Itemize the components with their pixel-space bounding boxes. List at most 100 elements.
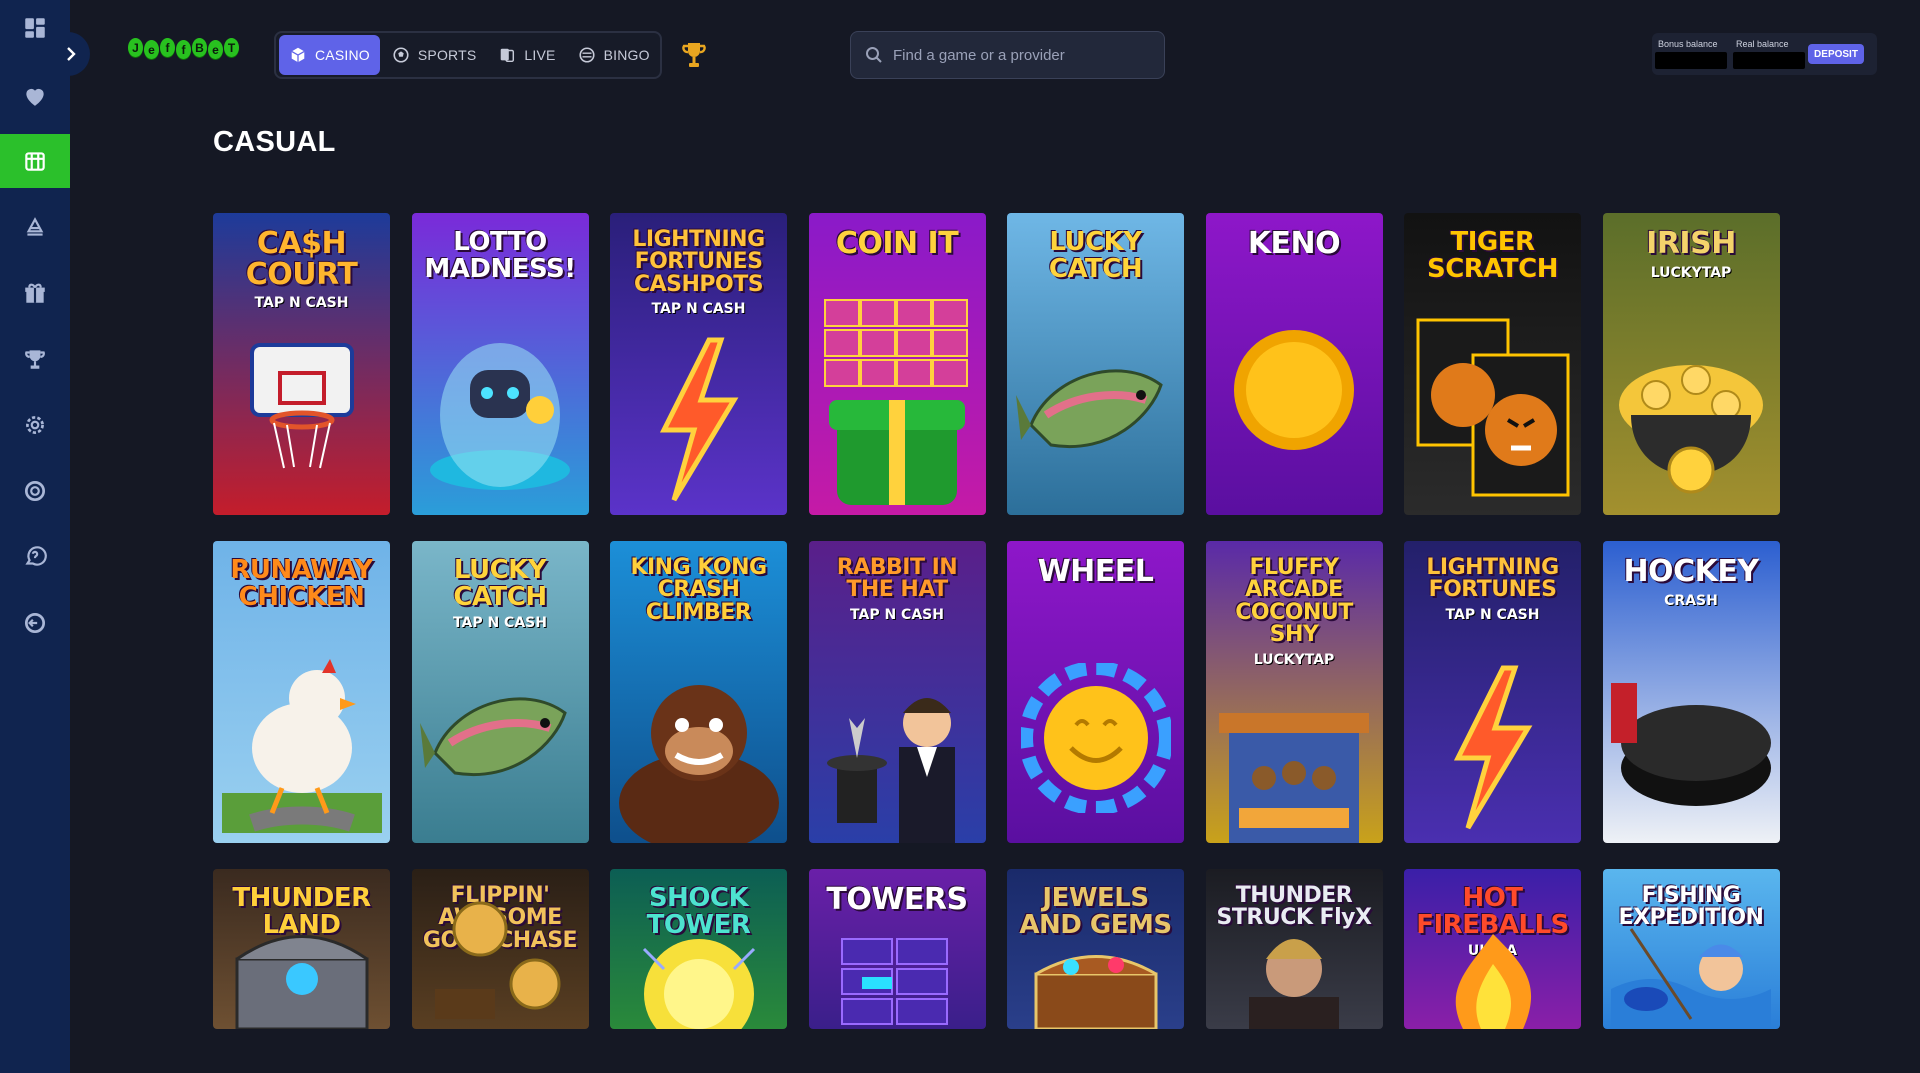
sidebar-item-sports[interactable] (0, 201, 70, 253)
ball-icon (393, 47, 409, 63)
real-balance-value-redacted (1733, 52, 1805, 69)
game-tile[interactable]: SHOCK TOWER (610, 869, 787, 1029)
game-subtitle: TAP N CASH (254, 295, 349, 312)
game-title: TIGER SCRATCH (1426, 227, 1559, 284)
game-tile[interactable]: LIGHTNING FORTUNES CASHPOTS TAP N CASH (610, 213, 787, 515)
game-subtitle: TAP N CASH (651, 301, 746, 318)
game-tile[interactable]: RUNAWAY CHICKEN (213, 541, 390, 843)
tab-sports[interactable]: SPORTS (382, 35, 487, 75)
casino-chip-icon (25, 152, 45, 171)
help-icon (25, 546, 47, 566)
tab-live[interactable]: LIVE (488, 35, 565, 75)
game-tile[interactable]: COIN IT (808, 213, 986, 515)
sidebar-item-help[interactable] (0, 531, 70, 583)
tab-casino-label: CASINO (315, 47, 370, 63)
bonus-balance-label: Bonus balance (1658, 39, 1718, 49)
game-subtitle: TAP N CASH (1445, 606, 1540, 623)
logo-letter: e (144, 40, 159, 59)
gift-icon (25, 283, 45, 303)
game-tile[interactable]: TOWERS (808, 869, 986, 1029)
game-subtitle: LUCKYTAP (1650, 264, 1732, 281)
page-title: CASUAL (213, 126, 336, 158)
game-tile[interactable]: FISHING EXPEDITION (1602, 869, 1780, 1029)
tab-bingo-label: BINGO (603, 47, 650, 63)
sidebar-item-settings[interactable] (0, 399, 70, 451)
cards-icon (501, 48, 515, 63)
game-tile[interactable]: THUNDER STRUCK FlyX (1205, 869, 1383, 1029)
game-title: LIGHTNING FORTUNES (1426, 555, 1559, 603)
tab-bingo[interactable]: BINGO (568, 35, 660, 75)
game-tile[interactable]: LIGHTNING FORTUNES TAP N CASH (1404, 541, 1581, 843)
main-nav: CASINO SPORTS LIVE BINGO (274, 31, 662, 79)
game-tile[interactable]: LOTTO MADNESS! (411, 213, 589, 515)
game-title: JEWELS AND GEMS (1019, 883, 1172, 940)
real-balance-label: Real balance (1736, 39, 1789, 49)
deposit-button[interactable]: DEPOSIT (1808, 44, 1864, 64)
game-tile[interactable]: THUNDER LAND (213, 869, 390, 1029)
sidebar (0, 0, 70, 1073)
jeffbet-logo[interactable]: J e f f B e T (128, 38, 239, 59)
game-title: COIN IT (835, 226, 959, 261)
game-tile[interactable]: FLUFFY ARCADE COCONUT SHY LUCKYTAP (1205, 541, 1383, 843)
game-tile[interactable]: HOT FIREBALLSULTRA (1404, 869, 1581, 1029)
game-grid: CA$H COURT TAP N CASH LOTTO MADNESS! LIGHTN… (213, 213, 1783, 1073)
game-title: WHEEL (1037, 554, 1154, 589)
sidebar-item-logout[interactable] (0, 597, 70, 649)
game-tile[interactable]: KENO (1205, 213, 1383, 515)
logo-letter: e (208, 40, 223, 59)
game-title: LIGHTNING FORTUNES CASHPOTS (632, 227, 765, 297)
trophy-icon (25, 350, 45, 369)
logo-letter: f (160, 38, 175, 57)
game-subtitle: CRASH (1664, 592, 1718, 609)
game-tile[interactable]: KING KONG CRASH CLIMBER (610, 541, 787, 843)
game-tile[interactable]: IRISH LUCKYTAP (1602, 213, 1780, 515)
game-subtitle: TAP N CASH (850, 606, 944, 623)
game-tile[interactable]: CA$H COURT TAP N CASH (213, 213, 390, 515)
settings-icon (26, 416, 44, 434)
sidebar-item-promotions[interactable] (0, 267, 70, 319)
sidebar-item-tournaments[interactable] (0, 333, 70, 385)
tab-sports-label: SPORTS (417, 47, 477, 63)
game-title: TOWERS (826, 882, 968, 917)
game-subtitle: LUCKYTAP (1253, 651, 1335, 668)
tab-casino[interactable]: CASINO (279, 35, 380, 75)
balance-panel: Bonus balance Real balance DEPOSIT (1652, 33, 1877, 75)
game-tile[interactable]: LUCKY CATCH TAP N CASH (411, 541, 589, 843)
sports-icon (26, 217, 44, 236)
bonus-balance[interactable]: Bonus balance (1652, 35, 1730, 73)
game-title: IRISH (1646, 226, 1736, 261)
search-input[interactable] (893, 46, 1150, 64)
bonus-balance-value-redacted (1655, 52, 1727, 69)
cube-icon (291, 47, 305, 63)
search-icon (866, 47, 882, 63)
game-title: KENO (1247, 226, 1341, 261)
trophy-icon[interactable] (680, 40, 708, 70)
game-tile[interactable]: HOCKEY CRASH (1602, 541, 1780, 843)
chevron-right-icon (67, 47, 76, 61)
sidebar-toggle-button[interactable] (52, 32, 90, 76)
sidebar-item-casino[interactable] (0, 134, 70, 188)
real-balance[interactable]: Real balance (1730, 35, 1808, 73)
grid-icon (25, 18, 45, 38)
logo-letter: T (224, 38, 239, 57)
logo-letter: J (128, 38, 143, 57)
search-bar[interactable] (850, 31, 1165, 79)
game-title: FLUFFY ARCADE COCONUT SHY (1235, 555, 1353, 648)
game-tile[interactable]: RABBIT IN THE HAT TAP N CASH (808, 541, 986, 843)
sidebar-item-support[interactable] (0, 465, 70, 517)
heart-icon (26, 88, 44, 106)
logo-letter: f (176, 40, 191, 59)
game-tile[interactable]: FLIPPIN' AWESOME GOLD CHASE (411, 869, 589, 1029)
game-tile[interactable]: TIGER SCRATCH (1404, 213, 1581, 515)
game-tile[interactable]: WHEEL (1007, 541, 1184, 843)
game-tile[interactable]: LUCKY CATCH (1007, 213, 1184, 515)
tab-live-label: LIVE (524, 47, 556, 63)
logout-icon (24, 612, 46, 634)
game-title: LUCKY CATCH (1048, 227, 1143, 284)
game-title: KING KONG CRASH CLIMBER (630, 555, 767, 625)
game-title: RABBIT IN THE HAT (836, 555, 958, 603)
sidebar-item-favorites[interactable] (0, 70, 70, 122)
game-tile[interactable]: JEWELS AND GEMS (1007, 869, 1184, 1029)
bingo-icon (579, 47, 595, 63)
game-title: HOCKEY (1623, 554, 1759, 589)
